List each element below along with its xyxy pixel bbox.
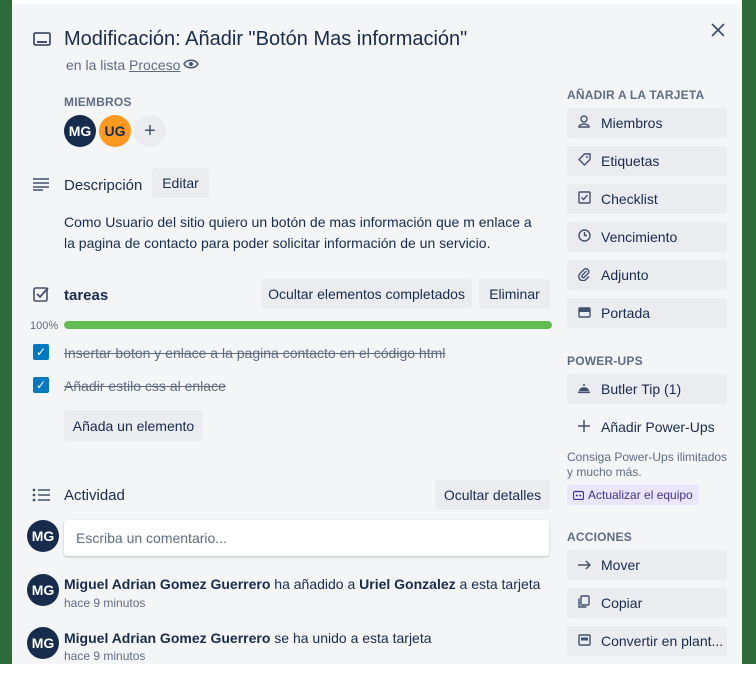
progress-percent: 100% [30, 320, 59, 332]
description-heading: Descripción [64, 177, 143, 194]
checklist-button-label: Checklist [601, 191, 658, 207]
butler-tip-button[interactable]: Butler Tip (1) [567, 374, 727, 404]
template-button[interactable]: Convertir en plant... [567, 626, 727, 656]
add-item-button[interactable]: Añada un elemento [64, 410, 203, 441]
card-list-info: en la lista Proceso [66, 57, 180, 73]
attachment-button-label: Adjunto [601, 267, 649, 283]
cover-icon [577, 306, 591, 321]
comment-input[interactable]: Escriba un comentario... [64, 520, 549, 556]
butler-bell-icon [577, 382, 591, 397]
description-icon [32, 175, 50, 193]
progress-fill [64, 321, 552, 329]
person-icon [577, 115, 591, 131]
upgrade-icon [573, 490, 584, 500]
card-detail-dialog: Modificación: Añadir "Botón Mas informac… [12, 4, 742, 664]
activity-actor[interactable]: Miguel Adrian Gomez Guerrero [64, 576, 270, 592]
upgrade-team-label: Actualizar el equipo [588, 488, 693, 502]
labels-button-label: Etiquetas [601, 153, 660, 169]
add-member-button[interactable]: + [134, 115, 166, 147]
move-button-label: Mover [601, 557, 640, 573]
clock-icon [577, 229, 591, 245]
template-icon [577, 633, 591, 649]
copy-button-label: Copiar [601, 595, 643, 611]
card-title[interactable]: Modificación: Añadir "Botón Mas informac… [64, 28, 467, 51]
checklist-item[interactable]: Añadir estilo css al enlace [64, 378, 226, 394]
activity-time[interactable]: hace 9 minutos [64, 596, 145, 610]
activity-heading: Actividad [64, 487, 125, 504]
add-powerups-button[interactable]: Añadir Power-Ups [567, 412, 727, 442]
tag-icon [577, 153, 591, 169]
activity-entry: Miguel Adrian Gomez Guerrero se ha unido… [64, 630, 432, 646]
add-to-card-label: AÑADIR A LA TARJETA [567, 88, 705, 102]
checklist-icon [32, 285, 50, 303]
activity-actor[interactable]: Miguel Adrian Gomez Guerrero [64, 630, 270, 646]
checklist-heading[interactable]: tareas [64, 287, 108, 304]
attachment-button[interactable]: Adjunto [567, 260, 727, 290]
powerups-label: POWER-UPS [567, 354, 643, 368]
due-date-button-label: Vencimiento [601, 229, 678, 245]
card-icon [32, 30, 52, 50]
checklist-button[interactable]: Checklist [567, 184, 727, 214]
copy-icon [577, 595, 591, 611]
avatar: MG [27, 520, 59, 552]
hide-completed-button[interactable]: Ocultar elementos completados [261, 279, 472, 309]
board-bottom [0, 664, 756, 686]
add-powerups-label: Añadir Power-Ups [601, 419, 715, 435]
board-edge-right [742, 0, 756, 664]
activity-action: ha añadido a [270, 576, 360, 592]
copy-button[interactable]: Copiar [567, 588, 727, 618]
list-link[interactable]: Proceso [129, 57, 180, 73]
activity-time[interactable]: hace 9 minutos [64, 649, 145, 663]
activity-suffix: a esta tarjeta [455, 576, 541, 592]
eye-icon[interactable] [182, 55, 200, 73]
activity-entry: Miguel Adrian Gomez Guerrero ha añadido … [64, 576, 540, 592]
powerups-upsell-text: Consiga Power-Ups ilimitados y mucho más… [567, 450, 728, 479]
due-date-button[interactable]: Vencimiento [567, 222, 727, 252]
activity-target[interactable]: Uriel Gonzalez [359, 576, 455, 592]
upgrade-team-button[interactable]: Actualizar el equipo [567, 485, 699, 505]
template-button-label: Convertir en plant... [601, 633, 724, 649]
cover-button-label: Portada [601, 305, 651, 321]
close-icon[interactable] [706, 18, 730, 42]
description-text[interactable]: Como Usuario del sitio quiero un botón d… [64, 212, 544, 254]
cover-button[interactable]: Portada [567, 298, 727, 328]
activity-icon [32, 486, 50, 504]
list-prefix: en la lista [66, 57, 130, 73]
members-label: MIEMBROS [64, 95, 132, 109]
avatar[interactable]: MG [64, 115, 96, 147]
activity-action: se ha unido a esta tarjeta [270, 630, 432, 646]
members-button[interactable]: Miembros [567, 108, 727, 138]
plus-icon [577, 419, 591, 435]
actions-label: ACCIONES [567, 530, 632, 544]
move-button[interactable]: Mover [567, 550, 727, 580]
delete-checklist-button[interactable]: Eliminar [479, 279, 550, 309]
members-button-label: Miembros [601, 115, 663, 131]
arrow-right-icon [577, 558, 591, 573]
board-edge-left [0, 0, 12, 664]
paperclip-icon [577, 267, 591, 284]
checklist-item[interactable]: Insertar boton y enlace a la pagina cont… [64, 345, 445, 361]
labels-button[interactable]: Etiquetas [567, 146, 727, 176]
checklist-icon [577, 191, 591, 207]
edit-description-button[interactable]: Editar [152, 168, 209, 198]
butler-tip-label: Butler Tip (1) [601, 381, 682, 397]
progress-bar [64, 321, 552, 329]
hide-details-button[interactable]: Ocultar detalles [435, 480, 550, 510]
avatar[interactable]: MG [27, 574, 59, 606]
checklist-item-checkbox[interactable]: ✓ [33, 344, 49, 360]
checklist-item-checkbox[interactable]: ✓ [33, 377, 49, 393]
avatar[interactable]: MG [27, 627, 59, 659]
avatar[interactable]: UG [99, 115, 131, 147]
